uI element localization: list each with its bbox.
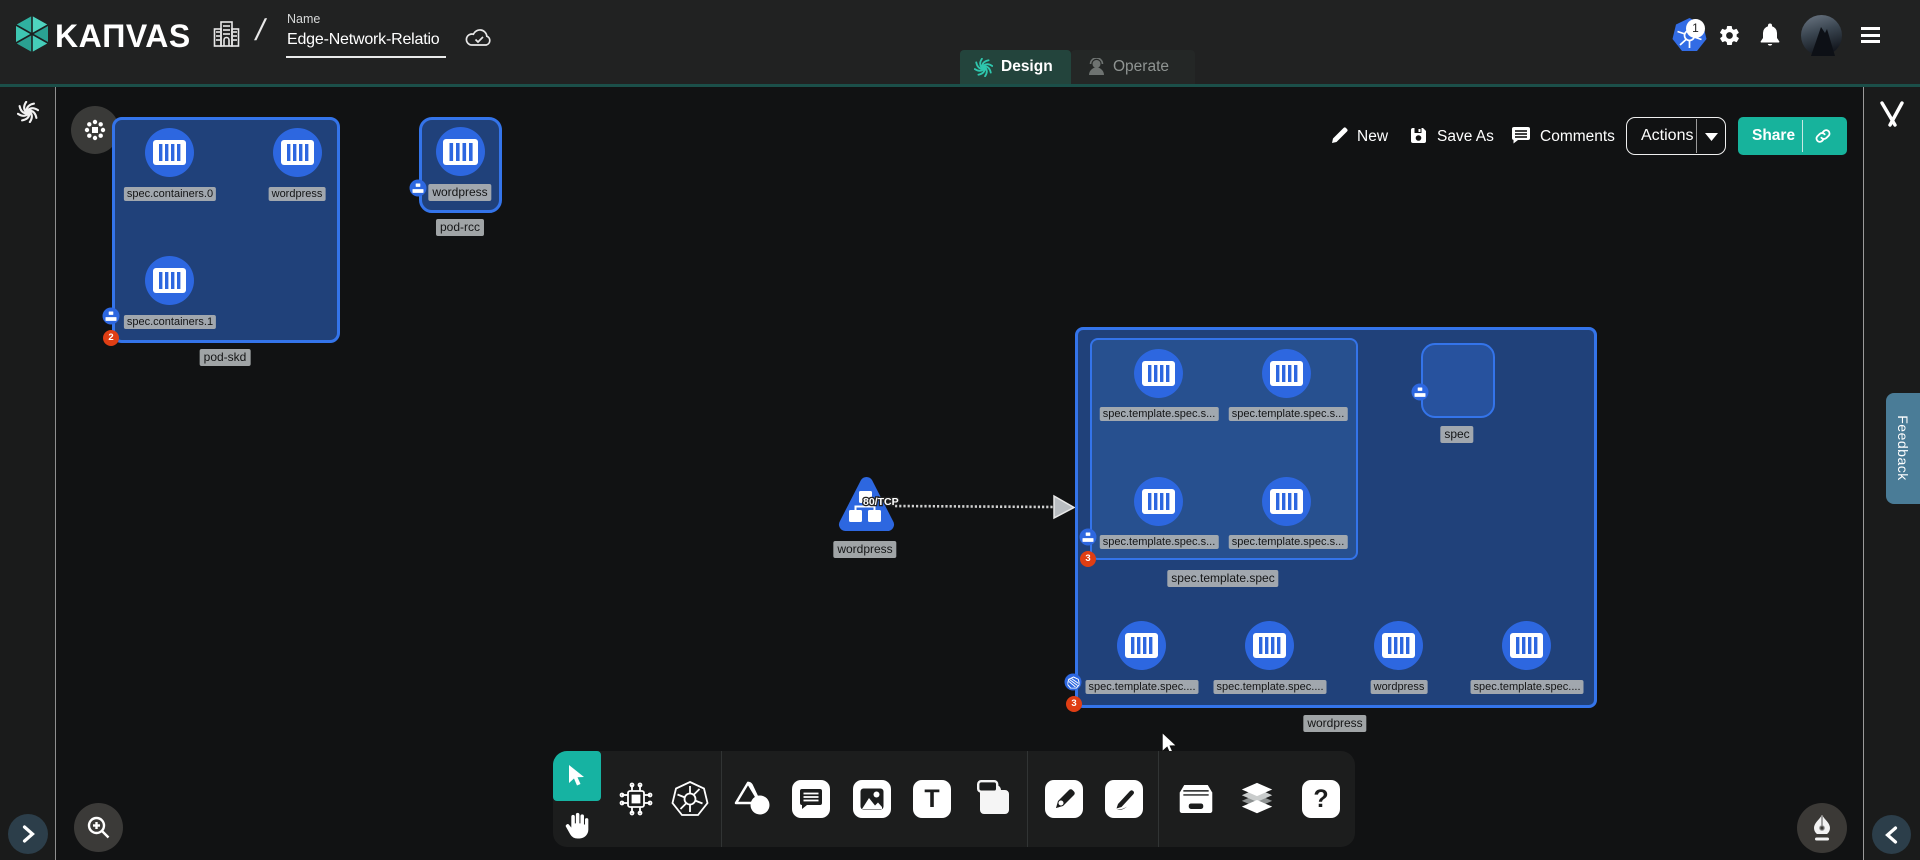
svg-text:80/TCP: 80/TCP	[863, 496, 899, 508]
